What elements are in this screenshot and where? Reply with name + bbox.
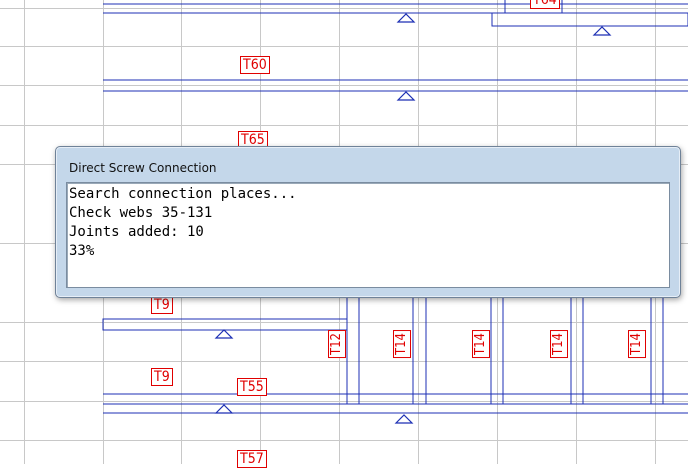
support-triangle — [592, 26, 612, 36]
member-label-t14[interactable]: T14 — [628, 330, 646, 359]
member-label-t14[interactable]: T14 — [550, 330, 568, 359]
member-label-t55[interactable]: T55 — [237, 378, 267, 396]
member-label-t64[interactable]: T64 — [530, 0, 560, 9]
log-line: Search connection places... — [69, 186, 297, 202]
member-label-t60[interactable]: T60 — [240, 56, 270, 74]
support-triangle — [396, 13, 416, 23]
member-label-t57[interactable]: T57 — [237, 450, 267, 468]
progress-percent: 33% — [69, 243, 95, 259]
member-label-t12[interactable]: T12 — [328, 330, 346, 359]
support-triangle — [394, 414, 414, 424]
support-triangle — [396, 91, 416, 101]
log-line: Joints added: 10 — [69, 224, 204, 240]
direct-screw-connection-dialog[interactable]: Direct Screw Connection Search connectio… — [55, 146, 681, 298]
support-triangle — [214, 404, 234, 414]
log-line: Check webs 35-131 — [69, 205, 213, 221]
support-triangle — [214, 329, 234, 339]
member-label-t9[interactable]: T9 — [151, 368, 173, 386]
member-label-t14[interactable]: T14 — [472, 330, 490, 359]
dialog-title: Direct Screw Connection — [69, 161, 217, 175]
progress-log-panel: Search connection places... Check webs 3… — [66, 182, 670, 288]
member-label-t14[interactable]: T14 — [393, 330, 411, 359]
member-label-t9[interactable]: T9 — [151, 296, 173, 314]
